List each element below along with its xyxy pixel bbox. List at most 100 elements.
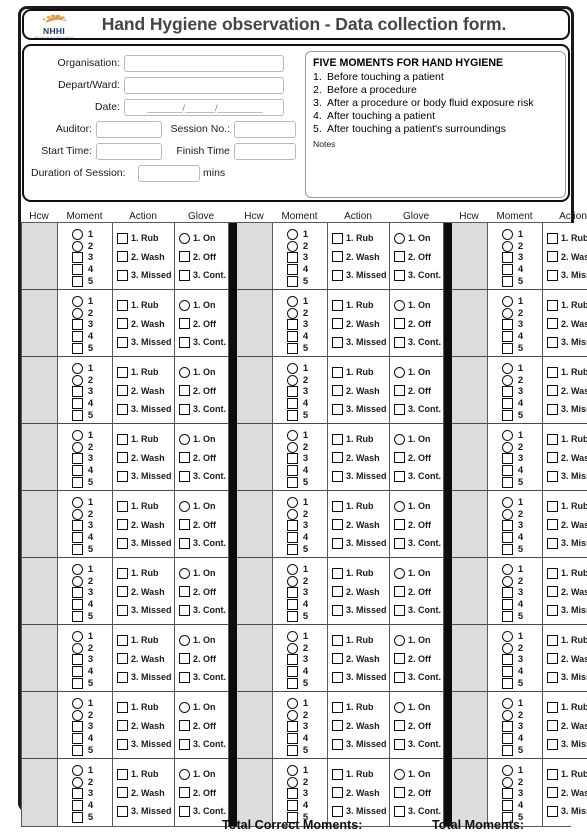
moment-option[interactable]: 2: [72, 642, 98, 655]
moment-checkbox-square[interactable]: [502, 275, 513, 287]
moment-checkbox-circle[interactable]: [287, 709, 298, 721]
glove-option[interactable]: 2. Off: [179, 382, 228, 401]
glove-option[interactable]: 2. Off: [394, 449, 443, 468]
department-input[interactable]: [124, 76, 284, 94]
action-option[interactable]: 3. Missed: [117, 333, 174, 352]
glove-option[interactable]: 2. Off: [179, 516, 228, 535]
hcw-entry-cell[interactable]: [237, 223, 273, 290]
moment-checkbox-square[interactable]: [287, 264, 298, 276]
glove-checkbox-circle[interactable]: [179, 500, 190, 512]
moment-checkbox-square[interactable]: [287, 543, 298, 555]
action-checkbox-square[interactable]: [332, 251, 343, 263]
action-option[interactable]: 1. Rub: [332, 229, 389, 248]
moment-option[interactable]: 3: [287, 386, 313, 398]
moment-checkbox-square[interactable]: [72, 476, 83, 488]
moment-option[interactable]: 2: [502, 240, 528, 253]
action-option[interactable]: 2. Wash: [332, 650, 389, 669]
moment-checkbox-square[interactable]: [287, 532, 298, 544]
action-checkbox-square[interactable]: [117, 403, 128, 415]
moment-checkbox-square[interactable]: [287, 666, 298, 678]
moment-checkbox-square[interactable]: [72, 331, 83, 343]
moment-option[interactable]: 1: [502, 698, 528, 710]
hcw-entry-cell[interactable]: [22, 290, 58, 357]
glove-checkbox-square[interactable]: [394, 805, 405, 817]
action-option[interactable]: 3. Missed: [332, 668, 389, 687]
action-checkbox-square[interactable]: [117, 720, 128, 732]
glove-option[interactable]: 3. Cont.: [179, 400, 228, 419]
moment-option[interactable]: 2: [72, 240, 98, 253]
moment-checkbox-square[interactable]: [502, 342, 513, 354]
moment-checkbox-circle[interactable]: [72, 497, 83, 509]
moment-option[interactable]: 2: [502, 441, 528, 454]
action-checkbox-square[interactable]: [117, 653, 128, 665]
glove-option[interactable]: 1. On: [394, 698, 443, 717]
action-checkbox-square[interactable]: [117, 768, 128, 780]
moment-checkbox-square[interactable]: [287, 275, 298, 287]
action-option[interactable]: 1. Rub: [332, 430, 389, 449]
moment-checkbox-circle[interactable]: [287, 296, 298, 308]
glove-checkbox-square[interactable]: [394, 787, 405, 799]
moment-option[interactable]: 1: [72, 363, 98, 375]
hcw-entry-cell[interactable]: [22, 223, 58, 290]
moment-checkbox-circle[interactable]: [72, 709, 83, 721]
hcw-entry-cell[interactable]: [22, 558, 58, 625]
moment-option[interactable]: 1: [287, 564, 313, 576]
moment-checkbox-square[interactable]: [287, 465, 298, 477]
action-checkbox-square[interactable]: [117, 738, 128, 750]
action-option[interactable]: 2. Wash: [547, 382, 587, 401]
glove-checkbox-square[interactable]: [394, 269, 405, 281]
glove-option[interactable]: 2. Off: [179, 650, 228, 669]
moment-option[interactable]: 1: [287, 765, 313, 777]
action-option[interactable]: 2. Wash: [332, 717, 389, 736]
moment-option[interactable]: 3: [502, 386, 528, 398]
moment-checkbox-circle[interactable]: [287, 508, 298, 520]
moment-option[interactable]: 2: [72, 374, 98, 387]
moment-checkbox-square[interactable]: [72, 599, 83, 611]
action-option[interactable]: 3. Missed: [117, 735, 174, 754]
action-option[interactable]: 3. Missed: [547, 735, 587, 754]
moment-option[interactable]: 4: [502, 264, 528, 276]
moment-option[interactable]: 5: [287, 610, 313, 622]
moment-option[interactable]: 2: [72, 776, 98, 789]
moment-checkbox-square[interactable]: [502, 744, 513, 756]
action-checkbox-square[interactable]: [547, 336, 558, 348]
glove-option[interactable]: 1. On: [179, 497, 228, 516]
moment-option[interactable]: 1: [72, 564, 98, 576]
moment-option[interactable]: 1: [502, 296, 528, 308]
moment-option[interactable]: 5: [72, 275, 98, 287]
moment-option[interactable]: 1: [502, 229, 528, 241]
glove-checkbox-square[interactable]: [179, 805, 190, 817]
glove-option[interactable]: 1. On: [394, 564, 443, 583]
moment-option[interactable]: 4: [72, 264, 98, 276]
action-checkbox-square[interactable]: [117, 634, 128, 646]
moment-checkbox-circle[interactable]: [72, 307, 83, 319]
hcw-entry-cell[interactable]: [22, 357, 58, 424]
glove-option[interactable]: 2. Off: [394, 248, 443, 267]
action-checkbox-square[interactable]: [547, 269, 558, 281]
moment-option[interactable]: 5: [287, 677, 313, 689]
glove-option[interactable]: 1. On: [179, 296, 228, 315]
glove-checkbox-square[interactable]: [179, 318, 190, 330]
glove-option[interactable]: 3. Cont.: [394, 333, 443, 352]
glove-checkbox-circle[interactable]: [394, 567, 405, 579]
glove-checkbox-circle[interactable]: [179, 299, 190, 311]
action-option[interactable]: 2. Wash: [117, 248, 174, 267]
moment-checkbox-circle[interactable]: [502, 765, 513, 777]
moment-checkbox-square[interactable]: [502, 520, 513, 532]
moment-checkbox-square[interactable]: [72, 275, 83, 287]
action-option[interactable]: 3. Missed: [547, 400, 587, 419]
moment-checkbox-circle[interactable]: [502, 698, 513, 710]
moment-checkbox-square[interactable]: [72, 733, 83, 745]
moment-option[interactable]: 1: [72, 296, 98, 308]
moment-option[interactable]: 5: [72, 342, 98, 354]
glove-option[interactable]: 3. Cont.: [179, 601, 228, 620]
action-option[interactable]: 3. Missed: [332, 735, 389, 754]
moment-checkbox-circle[interactable]: [72, 575, 83, 587]
action-option[interactable]: 1. Rub: [547, 564, 587, 583]
organisation-input[interactable]: [124, 54, 284, 72]
action-checkbox-square[interactable]: [117, 251, 128, 263]
action-option[interactable]: 1. Rub: [332, 296, 389, 315]
moment-option[interactable]: 5: [502, 610, 528, 622]
glove-option[interactable]: 3. Cont.: [394, 735, 443, 754]
action-option[interactable]: 3. Missed: [332, 534, 389, 553]
